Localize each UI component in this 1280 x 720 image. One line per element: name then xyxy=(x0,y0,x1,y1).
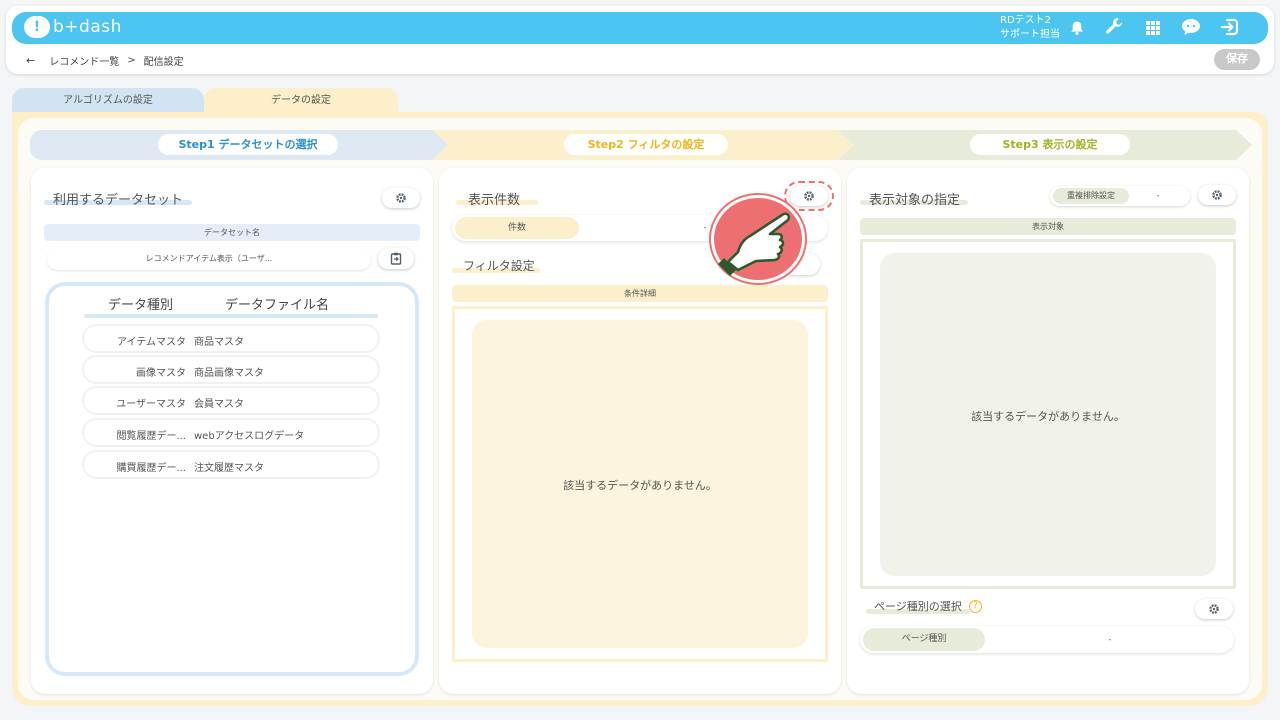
dataset-settings-button[interactable] xyxy=(382,188,420,208)
step1-label: Step1 データセットの選択 xyxy=(158,134,338,155)
gear-icon xyxy=(1209,604,1219,614)
table-row: 画像マスタ 商品画像マスタ xyxy=(82,355,380,384)
row-data-file: 商品画像マスタ xyxy=(194,368,264,379)
page-type-value[interactable]: - xyxy=(994,628,1226,651)
step1-banner[interactable]: Step1 データセットの選択 xyxy=(30,130,450,160)
logo-text: b+dash xyxy=(53,17,122,37)
app-root: ! b+dash RDテスト2 サポート担当 ← レコメンド一覧 > 配信設定 … xyxy=(0,0,1280,720)
back-arrow-icon[interactable]: ← xyxy=(26,54,35,67)
page-type-label: ページ種別 xyxy=(863,628,985,651)
dataset-select-button[interactable] xyxy=(378,248,414,269)
clipboard-icon xyxy=(390,252,402,265)
display-target-title: 表示対象の指定 xyxy=(869,193,961,208)
user-name: RDテスト2 xyxy=(1000,15,1052,26)
grid-icon[interactable] xyxy=(1142,18,1164,38)
condition-detail-label: 条件詳細 xyxy=(452,285,828,302)
row-data-type: 画像マスタ xyxy=(136,368,186,379)
logo-mark: ! xyxy=(24,16,50,38)
user-info[interactable]: RDテスト2 サポート担当 xyxy=(1000,14,1060,42)
condition-empty-message: 該当するデータがありません。 xyxy=(563,479,717,492)
page-type-settings-button[interactable] xyxy=(1195,599,1233,619)
row-data-file: 会員マスタ xyxy=(194,399,244,410)
dedupe-setting-label: 重複排除設定 xyxy=(1053,188,1129,204)
dataset-name-field[interactable]: レコメンドアイテム表示（ユーザ... xyxy=(47,248,371,270)
row-data-file: 注文履歴マスタ xyxy=(194,463,264,474)
display-target-settings-button[interactable] xyxy=(1198,185,1236,205)
row-data-type: ユーザーマスタ xyxy=(116,399,186,410)
logout-icon[interactable] xyxy=(1219,17,1241,37)
table-row: ユーザーマスタ 会員マスタ xyxy=(82,386,380,415)
pointer-hand-icon xyxy=(711,195,805,283)
display-count-title: 表示件数 xyxy=(468,193,521,208)
breadcrumb-parent[interactable]: レコメンド一覧 xyxy=(49,53,119,68)
dedupe-setting-value[interactable]: - xyxy=(1134,188,1182,204)
row-data-type: アイテムマスタ xyxy=(117,337,186,348)
table-row: アイテムマスタ 商品マスタ xyxy=(82,324,380,353)
display-target-label: 表示対象 xyxy=(860,218,1236,235)
column-header-data-file: データファイル名 xyxy=(225,298,330,313)
breadcrumb: ← レコメンド一覧 > 配信設定 xyxy=(26,53,184,68)
table-row: 閲覧履歴デー... webアクセスログデータ xyxy=(82,418,380,447)
column-header-data-type: データ種別 xyxy=(108,298,174,313)
breadcrumb-separator: > xyxy=(127,55,136,66)
support-chat-icon[interactable] xyxy=(1180,17,1202,37)
step3-banner[interactable]: Step3 表示の設定 xyxy=(838,130,1252,160)
column-header-underline xyxy=(84,314,378,318)
help-icon[interactable]: ? xyxy=(969,600,982,613)
logo[interactable]: ! b+dash xyxy=(24,16,122,38)
table-row: 購買履歴デー... 注文履歴マスタ xyxy=(82,450,380,479)
dataset-name-label: データセット名 xyxy=(44,224,420,241)
step3-label: Step3 表示の設定 xyxy=(970,134,1130,155)
gear-icon xyxy=(1212,190,1222,200)
breadcrumb-current: 配信設定 xyxy=(143,57,184,68)
step2-label: Step2 フィルタの設定 xyxy=(564,134,728,155)
step2-banner[interactable]: Step2 フィルタの設定 xyxy=(432,130,858,160)
row-data-type: 閲覧履歴デー... xyxy=(116,431,186,442)
bell-icon[interactable] xyxy=(1066,18,1088,38)
dataset-panel-title: 利用するデータセット xyxy=(53,193,184,208)
user-role: サポート担当 xyxy=(1000,29,1060,40)
row-data-file: webアクセスログデータ xyxy=(194,431,305,442)
page-type-title: ページ種別の選択 xyxy=(874,600,962,613)
row-data-type: 購買履歴デー... xyxy=(116,463,186,474)
save-button[interactable]: 保存 xyxy=(1214,49,1260,70)
filter-settings-title: フィルタ設定 xyxy=(463,259,535,273)
row-data-file: 商品マスタ xyxy=(194,337,244,348)
display-target-empty-message: 該当するデータがありません。 xyxy=(971,410,1125,423)
gear-icon xyxy=(396,193,406,203)
count-label: 件数 xyxy=(455,217,579,239)
wrench-icon[interactable] xyxy=(1103,16,1125,36)
